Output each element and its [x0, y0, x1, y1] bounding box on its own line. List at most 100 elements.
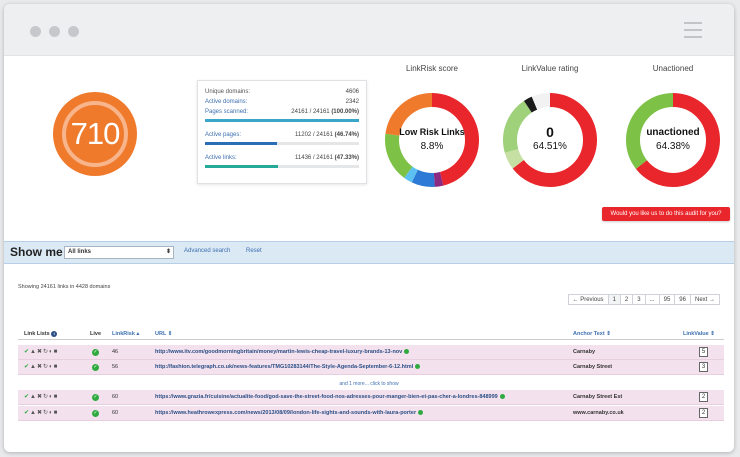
external-link-icon[interactable] [415, 364, 421, 370]
external-link-icon[interactable] [418, 410, 424, 416]
active-links-fill [205, 165, 278, 168]
stat-pct: (47.33%) [334, 155, 359, 161]
row-anchor-text: Carnaby Street [573, 364, 613, 370]
external-link-icon[interactable] [499, 394, 505, 400]
table-row[interactable]: ✔ ▲ ✖ ↻ ◐ ■ ✓ 60 https://www.grazia.fr/cuisine/a… [18, 390, 724, 405]
info-icon[interactable]: i [51, 331, 58, 337]
approve-icon[interactable]: ✔ [24, 410, 29, 417]
unactioned-gauge[interactable]: unactioned 64.38% [623, 90, 723, 190]
remove-icon[interactable]: ✖ [37, 349, 42, 356]
pager-previous[interactable]: ← Previous [567, 294, 609, 305]
reset-link[interactable]: Reset [246, 248, 262, 254]
row-actions: ✔ ▲ ✖ ↻ ◐ ■ [24, 410, 57, 417]
col-linkrisk[interactable]: LinkRisk ▴ [112, 331, 139, 337]
approve-icon[interactable]: ✔ [24, 394, 29, 401]
maximize-dot-icon[interactable] [68, 26, 79, 37]
row-linkrisk: 46 [112, 349, 119, 355]
stat-label[interactable]: Active domains: [205, 97, 247, 107]
pager-page[interactable]: 2 [619, 294, 634, 305]
table-row[interactable]: ✔ ▲ ✖ ↻ ◐ ■ ✓ 46 http://www.itv.com/goodmorningb… [18, 345, 724, 360]
stat-pct: (46.74%) [334, 132, 359, 138]
tag-icon[interactable]: ■ [54, 394, 58, 401]
warning-icon[interactable]: ▲ [30, 349, 36, 356]
refresh-icon[interactable]: ↻ [43, 349, 48, 356]
live-check-icon: ✓ [92, 394, 99, 401]
remove-icon[interactable]: ✖ [37, 394, 42, 401]
stat-value: 4606 [345, 89, 359, 95]
pager-next[interactable]: Next → [689, 294, 720, 305]
gauge-label: Low Risk Links [399, 127, 465, 137]
linkrisk-title: LinkRisk score [405, 64, 458, 73]
row-anchor-text: www.carnaby.co.uk [573, 410, 624, 416]
remove-icon[interactable]: ✖ [37, 410, 42, 417]
audit-cta-button[interactable]: Would you like us to do this audit for y… [602, 207, 730, 221]
linkrisk-gauge[interactable]: Low Risk Links 8.8% [382, 90, 482, 190]
table-row[interactable]: ✔ ▲ ✖ ↻ ◐ ■ ✓ 56 http://fashion.telegraph.co.uk/… [18, 360, 724, 375]
close-dot-icon[interactable] [30, 26, 41, 37]
refresh-icon[interactable]: ↻ [43, 394, 48, 401]
filter-select[interactable]: All links ⬍ [64, 246, 174, 259]
col-url[interactable]: URL ⇕ [155, 331, 172, 337]
warning-icon[interactable]: ▲ [30, 364, 36, 371]
row-url[interactable]: http://fashion.telegraph.co.uk/news-feat… [155, 364, 421, 370]
row-url[interactable]: http://www.itv.com/goodmorningbritain/mo… [155, 349, 410, 355]
unactioned-title: Unactioned [652, 64, 694, 73]
col-linkvalue[interactable]: LinkValue ⇕ [683, 331, 715, 337]
stat-value: 11202 / 24161 [295, 132, 333, 138]
toggle-icon[interactable]: ◐ [49, 410, 53, 417]
row-url[interactable]: https://www.heathrowexpress.com/news/201… [155, 410, 424, 416]
table-header: Link Lists i Live LinkRisk ▴ URL ⇕ Ancho… [18, 328, 724, 340]
col-anchor[interactable]: Anchor Text ⇕ [573, 331, 611, 337]
toggle-icon[interactable]: ◐ [49, 364, 53, 371]
linkvalue-gauge[interactable]: 0 64.51% [500, 90, 600, 190]
stat-label[interactable]: Active pages: [205, 130, 241, 140]
menu-icon[interactable] [684, 22, 702, 38]
stat-active-pages[interactable]: Active pages: 11202 / 24161 (46.74%) [205, 130, 359, 140]
row-actions: ✔ ▲ ✖ ↻ ◐ ■ [24, 349, 57, 356]
advanced-search-link[interactable]: Advanced search [184, 248, 230, 254]
row-url[interactable]: https://www.grazia.fr/cuisine/actualite-… [155, 394, 505, 400]
stat-label[interactable]: Active links: [205, 153, 237, 163]
approve-icon[interactable]: ✔ [24, 364, 29, 371]
show-more-link[interactable]: and 1 more... click to show [4, 381, 734, 387]
pager-page[interactable]: 95 [658, 294, 676, 305]
refresh-icon[interactable]: ↻ [43, 410, 48, 417]
stat-active-links[interactable]: Active links: 11436 / 24161 (47.33%) [205, 153, 359, 163]
pager-ellipsis: ... [644, 294, 660, 305]
row-linkvalue: 2 [699, 408, 708, 418]
filter-bar: Show me All links ⬍ Advanced search Rese… [4, 241, 734, 264]
toggle-icon[interactable]: ◐ [49, 394, 53, 401]
warning-icon[interactable]: ▲ [30, 394, 36, 401]
pager-page[interactable]: 96 [674, 294, 691, 305]
linkvalue-donut [503, 93, 597, 187]
warning-icon[interactable]: ▲ [30, 410, 36, 417]
stat-value: 24161 / 24161 [291, 109, 330, 115]
live-check-icon: ✓ [92, 349, 99, 356]
stat-value: 2342 [345, 99, 359, 105]
gauge-pct: 64.38% [656, 141, 690, 152]
tag-icon[interactable]: ■ [54, 349, 58, 356]
pagination: ← Previous 1 2 3 ... 95 96 Next → [567, 294, 720, 305]
app-window: 710 Unique domains: 4606 Active domains:… [4, 4, 734, 452]
active-pages-bar [205, 142, 359, 145]
stat-pages-scanned[interactable]: Pages scanned: 24161 / 24161 (100.00%) [205, 107, 359, 117]
col-live: Live [90, 331, 102, 337]
tag-icon[interactable]: ■ [54, 364, 58, 371]
stat-active-domains[interactable]: Active domains: 2342 [205, 97, 359, 107]
tag-icon[interactable]: ■ [54, 410, 58, 417]
row-linkvalue: 5 [699, 347, 708, 357]
row-linkvalue: 2 [699, 392, 708, 402]
external-link-icon[interactable] [404, 349, 410, 355]
row-anchor-text: Carnaby [573, 349, 596, 355]
pager-page[interactable]: 1 [607, 294, 621, 305]
remove-icon[interactable]: ✖ [37, 364, 42, 371]
approve-icon[interactable]: ✔ [24, 349, 29, 356]
refresh-icon[interactable]: ↻ [43, 364, 48, 371]
pager-page[interactable]: 3 [632, 294, 646, 305]
title-bar [4, 4, 734, 56]
table-row[interactable]: ✔ ▲ ✖ ↻ ◐ ■ ✓ 60 https://www.heathrowexpress.com… [18, 406, 724, 421]
stat-label[interactable]: Pages scanned: [205, 107, 248, 117]
minimize-dot-icon[interactable] [49, 26, 60, 37]
toggle-icon[interactable]: ◐ [49, 349, 53, 356]
row-anchor-text: Carnaby Street Est [573, 394, 623, 400]
